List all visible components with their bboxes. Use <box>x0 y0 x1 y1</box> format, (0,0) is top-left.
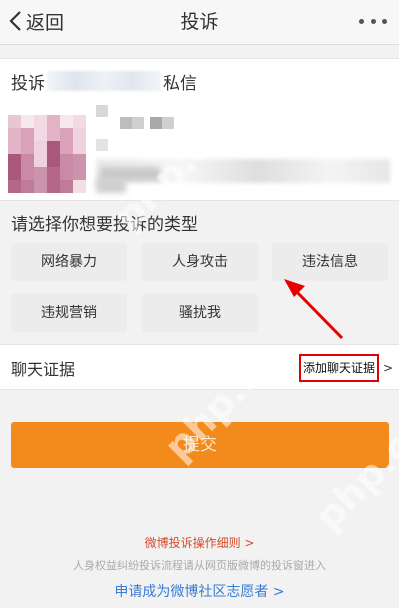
avatar-pixel <box>60 141 73 154</box>
avatar <box>8 115 86 193</box>
avatar-pixel <box>47 128 60 141</box>
volunteer-link[interactable]: 申请成为微博社区志愿者 > <box>0 581 399 601</box>
avatar-pixel <box>21 154 34 167</box>
blurred-block <box>150 117 162 129</box>
avatar-pixel <box>8 167 21 180</box>
complaint-rules-link[interactable]: 微博投诉操作细则 > <box>0 534 399 551</box>
avatar-pixel <box>21 115 34 128</box>
type-option-illegal-info[interactable]: 违法信息 <box>272 243 388 281</box>
avatar-pixel <box>8 128 21 141</box>
avatar-pixel <box>34 128 47 141</box>
avatar-pixel <box>34 141 47 154</box>
avatar-pixel <box>47 115 60 128</box>
avatar-pixel <box>47 167 60 180</box>
avatar-pixel <box>73 128 86 141</box>
dot-icon <box>370 18 376 24</box>
avatar-pixel <box>73 180 86 193</box>
avatar-pixel <box>47 141 60 154</box>
avatar-pixel <box>60 167 73 180</box>
avatar-pixel <box>34 154 47 167</box>
chat-evidence-row: 聊天证据 添加聊天证据 > <box>0 344 399 390</box>
avatar-pixel <box>21 128 34 141</box>
chat-evidence-label: 聊天证据 <box>11 360 76 379</box>
back-label: 返回 <box>26 11 65 34</box>
blurred-block <box>132 117 144 129</box>
report-target-line: 投诉 私信 <box>11 69 197 94</box>
avatar-pixel <box>73 141 86 154</box>
back-button[interactable]: 返回 <box>8 6 64 36</box>
avatar-pixel <box>60 180 73 193</box>
avatar-pixel <box>34 167 47 180</box>
type-option-harassment[interactable]: 骚扰我 <box>142 294 258 332</box>
chevron-left-icon <box>9 11 21 31</box>
submit-button[interactable]: 提交 <box>11 422 389 468</box>
dot-icon <box>382 18 387 24</box>
blurred-block <box>96 139 108 151</box>
blurred-username <box>47 71 161 91</box>
avatar-pixel <box>34 115 47 128</box>
chevron-right-icon: > <box>383 361 394 375</box>
reported-message-card: 投诉 私信 <box>0 58 399 201</box>
avatar-pixel <box>73 115 86 128</box>
target-prefix: 投诉 <box>11 73 45 94</box>
footer-note: 人身权益纠纷投诉流程请从网页版微博的投诉窗进入 <box>73 559 326 572</box>
avatar-pixel <box>73 167 86 180</box>
blurred-message-text <box>96 179 126 193</box>
avatar-pixel <box>34 180 47 193</box>
blurred-block <box>120 117 132 129</box>
blurred-block <box>96 105 108 117</box>
avatar-pixel <box>21 141 34 154</box>
avatar-pixel <box>21 167 34 180</box>
blurred-block <box>162 117 174 129</box>
type-option-cyberbullying[interactable]: 网络暴力 <box>11 243 127 281</box>
dot-icon <box>359 18 364 24</box>
add-chat-evidence-button[interactable]: 添加聊天证据 > <box>299 354 393 382</box>
type-option-illegal-marketing[interactable]: 违规营销 <box>11 294 127 332</box>
add-chat-evidence-label: 添加聊天证据 <box>303 361 376 375</box>
avatar-pixel <box>8 115 21 128</box>
avatar-pixel <box>60 115 73 128</box>
avatar-pixel <box>8 141 21 154</box>
avatar-pixel <box>47 154 60 167</box>
more-options-button[interactable] <box>359 14 387 28</box>
report-type-heading: 请选择你想要投诉的类型 <box>11 215 198 235</box>
avatar-pixel <box>73 154 86 167</box>
avatar-pixel <box>21 180 34 193</box>
avatar-pixel <box>60 154 73 167</box>
nav-bar: 返回 投诉 <box>0 0 399 45</box>
avatar-pixel <box>8 154 21 167</box>
avatar-pixel <box>8 180 21 193</box>
target-suffix: 私信 <box>163 73 197 94</box>
type-option-personal-attack[interactable]: 人身攻击 <box>142 243 258 281</box>
avatar-pixel <box>60 128 73 141</box>
avatar-pixel <box>47 180 60 193</box>
